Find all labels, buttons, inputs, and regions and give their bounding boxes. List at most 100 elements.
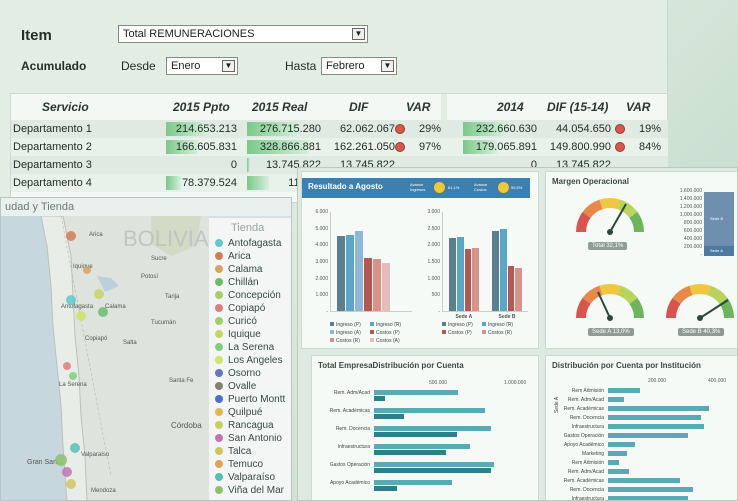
bar-value — [608, 478, 680, 483]
legend-label: Valparaíso — [228, 472, 276, 483]
legend-item[interactable]: Viña del Mar — [215, 485, 284, 496]
legend-item[interactable]: Ovalle — [215, 381, 256, 392]
x-tick-label: 1.000.000 — [504, 380, 527, 386]
bar-value — [374, 426, 491, 431]
dropdown-arrow-icon[interactable]: ▼ — [222, 60, 235, 72]
cell-dif: 62.062.067 — [339, 123, 395, 135]
bar-costos-p- — [364, 257, 372, 311]
legend-item[interactable]: Curicó — [215, 316, 257, 327]
cell-ppto: 78.379.524 — [181, 177, 237, 189]
dropdown-arrow-icon[interactable]: ▼ — [381, 60, 394, 72]
gauge-hub — [697, 315, 703, 321]
sede-bar-chart — [442, 212, 528, 312]
badge-costos-label: Avance Costos — [474, 182, 488, 192]
legend-label: Quilpué — [228, 407, 263, 418]
bar-value-2 — [374, 468, 491, 473]
distribucion-title: Distribución por Cuenta por Institución — [552, 361, 701, 370]
total-empresa-chart: 500.000 1.000.000 Rem. Adm/Acad Rem. Académ… — [330, 380, 534, 500]
place-label: La Serena — [59, 382, 87, 388]
bar-value — [608, 406, 710, 411]
place-label: Calama — [105, 304, 126, 310]
item-dropdown[interactable]: Total REMUNERACIONES ▼ — [118, 25, 368, 43]
bar-value — [608, 433, 688, 438]
legend-item[interactable]: San Antonio — [215, 433, 282, 444]
desde-dropdown[interactable]: Enero ▼ — [166, 57, 238, 75]
bar-value-2 — [374, 432, 457, 437]
legend-item[interactable]: Iquique — [215, 329, 261, 340]
legend-item[interactable]: Concepción — [215, 290, 281, 301]
legend-swatch — [330, 330, 334, 334]
legend-item[interactable]: Talca — [215, 446, 251, 457]
legend-swatch — [370, 322, 374, 326]
legend-dot — [215, 317, 223, 325]
bar-value — [608, 469, 630, 474]
bar-value — [374, 462, 494, 467]
bar-costos-r- — [515, 267, 522, 311]
legend-dot — [215, 395, 223, 403]
x-tick-label: 200.000 — [648, 378, 667, 384]
y-tick-label: 400.000 — [683, 236, 702, 242]
legend-item[interactable]: Chillán — [215, 277, 259, 288]
y-tick-label: 800.000 — [683, 220, 702, 226]
legend-dot — [215, 278, 223, 286]
hasta-dropdown[interactable]: Febrero ▼ — [321, 57, 397, 75]
legend-dot — [215, 473, 223, 481]
bar-costos-r- — [472, 247, 479, 311]
store-marker — [98, 307, 108, 317]
x-category-label: Sede B — [498, 314, 516, 320]
gauge — [576, 284, 644, 321]
y-tick-label: 500 — [431, 292, 440, 299]
legend-item[interactable]: Osorno — [215, 368, 261, 379]
legend-item[interactable]: Arica — [215, 251, 251, 262]
x-tick-label: 400.000 — [708, 378, 727, 384]
legend-item[interactable]: La Serena — [215, 342, 274, 353]
legend-dot — [215, 356, 223, 364]
bar-value-2 — [374, 414, 404, 419]
cell-var: 97% — [418, 141, 441, 153]
legend-item[interactable]: Temuco — [215, 459, 263, 470]
legend-label: Copiapó — [228, 303, 266, 314]
y-tick-label: 3.000 — [427, 209, 440, 215]
legend-item[interactable]: Puerto Montt — [215, 394, 285, 405]
bar-ingreso-r- — [346, 235, 354, 311]
category-label: Infraestructura — [571, 496, 604, 501]
place-label: Potosí — [141, 274, 158, 280]
legend-dot — [215, 304, 223, 312]
bar-value — [374, 444, 470, 449]
legend-item[interactable]: Copiapó — [215, 303, 265, 314]
total-empresa-card: Total EmpresaDistribución por Cuenta 500… — [311, 355, 539, 500]
store-legend: Tienda Antofagasta Arica Calama Chillán Conc… — [209, 218, 291, 500]
legend-item[interactable]: Antofagasta — [215, 238, 281, 249]
category-label: Rem. Docencia — [335, 426, 370, 432]
bar-value — [608, 460, 619, 465]
bar-value — [374, 390, 458, 395]
distribucion-card: Distribución por Cuenta por Institución … — [545, 355, 737, 501]
hasta-dropdown-value: Febrero — [326, 60, 365, 72]
legend-swatch — [370, 338, 374, 342]
map-canvas[interactable]: BOLIVIA Sucre Potosí Arica Iquique Antof… — [1, 216, 209, 501]
legend-entry: Ingreso (P) — [330, 322, 361, 328]
legend-item[interactable]: Valparaíso — [215, 472, 275, 483]
dropdown-arrow-icon[interactable]: ▼ — [352, 28, 365, 40]
table-row[interactable]: Departamento 1 214.653.213 276.715.280 62.0… — [11, 120, 668, 138]
place-label: Santa Fe — [169, 378, 194, 384]
stack-label: Sede B — [710, 216, 724, 221]
y-tick-label: 2.000 — [427, 242, 440, 249]
resultado-card: Resultado a Agosto Avance Ingresos 61,1%… — [301, 171, 539, 349]
bar-value — [608, 442, 635, 447]
cell-ppto: 166.605.831 — [175, 141, 237, 153]
status-dot — [615, 124, 625, 134]
legend-item[interactable]: Los Angeles — [215, 355, 283, 366]
legend-item[interactable]: Calama — [215, 264, 262, 275]
bar-value — [374, 480, 452, 485]
hasta-label: Hasta — [285, 59, 317, 73]
legend-label: Los Angeles — [228, 355, 283, 366]
legend-entry: Costos (P) — [370, 330, 400, 336]
legend-item[interactable]: Rancagua — [215, 420, 274, 431]
category-label: Rem. Académicas — [563, 478, 604, 484]
col-header-ppto: 2015 Ppto — [173, 100, 230, 114]
table-row[interactable]: Departamento 2 166.605.831 328.866.881 162.… — [11, 138, 668, 156]
col-header-dif-15-14: DIF (15-14) — [547, 100, 609, 114]
legend-item[interactable]: Quilpué — [215, 407, 262, 418]
legend-dot — [215, 460, 223, 468]
